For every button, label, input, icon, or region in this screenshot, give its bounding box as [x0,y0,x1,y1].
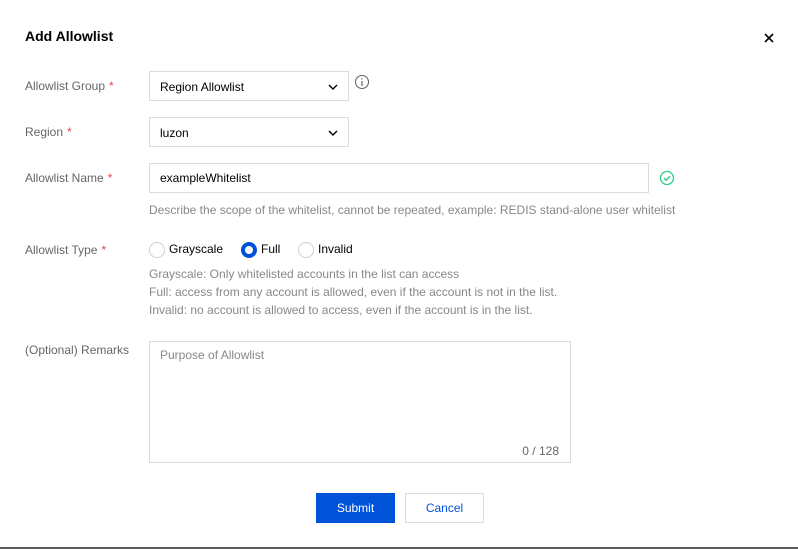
remarks-char-counter: 0 / 128 [522,444,559,458]
add-allowlist-dialog: Add Allowlist Allowlist Group * Region Al… [0,0,798,549]
radio-circle [149,242,165,258]
check-circle-icon [659,170,675,186]
allowlist-name-hint: Describe the scope of the whitelist, can… [149,203,676,217]
chevron-down-icon [328,130,338,136]
remarks-label: (Optional) Remarks [25,343,130,357]
type-description-full: Full: access from any account is allowed… [149,285,558,299]
remarks-field: 0 / 128 [149,341,571,463]
radio-invalid-label: Invalid [318,242,353,256]
allowlist-group-label: Allowlist Group * [25,79,114,93]
chevron-down-icon [328,84,338,90]
dialog-title: Add Allowlist [25,28,114,44]
allowlist-name-input[interactable] [149,163,649,193]
radio-full-label: Full [261,242,281,256]
allowlist-group-select[interactable]: Region Allowlist [149,71,349,101]
required-mark: * [109,79,114,93]
region-select[interactable]: luzon [149,117,349,147]
radio-grayscale-label: Grayscale [169,242,224,256]
region-value: luzon [160,126,189,140]
allowlist-group-value: Region Allowlist [160,80,245,94]
radio-circle-checked [241,242,257,258]
cancel-button[interactable]: Cancel [405,493,484,523]
info-icon[interactable] [354,74,370,90]
close-button[interactable] [760,29,778,47]
required-mark: * [107,171,113,185]
required-mark: * [67,125,72,139]
radio-circle [298,242,314,258]
type-description-invalid: Invalid: no account is allowed to access… [149,303,533,317]
allowlist-name-label: Allowlist Name * [25,171,113,185]
region-label: Region * [25,125,72,139]
allowlist-type-label: Allowlist Type * [25,243,107,257]
required-mark: * [101,243,107,257]
submit-button[interactable]: Submit [316,493,395,523]
remarks-textarea[interactable] [150,342,570,442]
close-icon [764,33,774,43]
type-description-grayscale: Grayscale: Only whitelisted accounts in … [149,267,460,281]
